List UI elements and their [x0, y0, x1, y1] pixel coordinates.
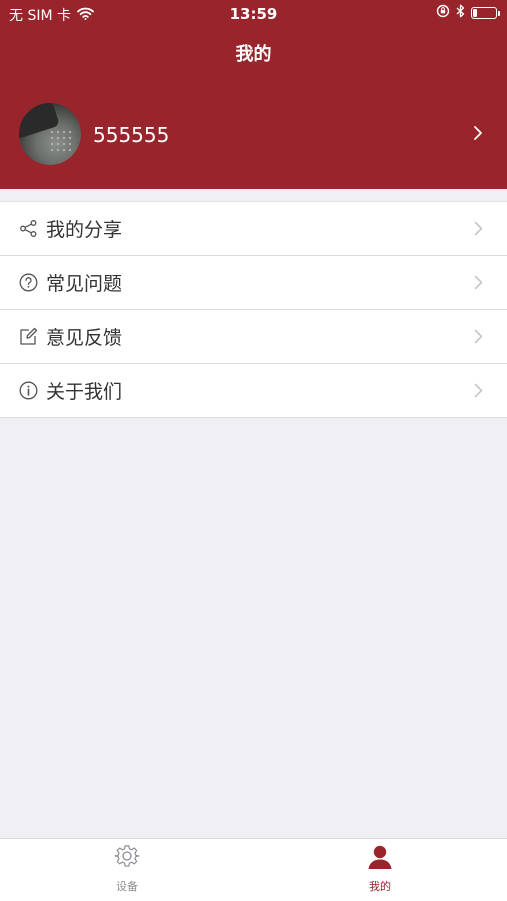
orientation-lock-icon: [436, 4, 450, 22]
chevron-right-icon: [474, 383, 483, 402]
battery-icon: [471, 7, 500, 19]
menu-item-feedback[interactable]: 意见反馈: [0, 310, 507, 364]
info-circle-icon: [19, 381, 38, 400]
tab-label: 设备: [116, 880, 138, 893]
profile-row[interactable]: 555555: [0, 103, 507, 165]
chevron-right-icon: [474, 221, 483, 240]
menu-item-label: 常见问题: [46, 273, 123, 295]
profile-header: 无 SIM 卡 13:59 我的 555555: [0, 0, 507, 189]
bluetooth-icon: [456, 4, 465, 22]
tab-mine[interactable]: 我的: [320, 839, 440, 901]
settings-menu: 我的分享 常见问题 意见反馈 关于我们: [0, 201, 507, 418]
share-icon: [19, 219, 38, 238]
edit-icon: [19, 327, 38, 346]
username: 555555: [93, 123, 170, 147]
chevron-right-icon: [474, 329, 483, 348]
chevron-right-icon: [474, 275, 483, 294]
avatar[interactable]: [19, 103, 81, 165]
user-icon: [367, 844, 393, 870]
page-title: 我的: [235, 44, 272, 65]
tab-devices[interactable]: 设备: [67, 839, 187, 901]
menu-item-share[interactable]: 我的分享: [0, 202, 507, 256]
status-time: 13:59: [229, 5, 278, 23]
chevron-right-icon: [473, 125, 483, 145]
tab-label: 我的: [369, 880, 391, 893]
question-circle-icon: [19, 273, 38, 292]
status-right: [436, 4, 500, 22]
tab-bar: 设备 我的: [0, 838, 507, 901]
battery-level: [473, 9, 477, 17]
status-bar: 无 SIM 卡 13:59: [0, 0, 507, 28]
menu-item-about[interactable]: 关于我们: [0, 364, 507, 418]
menu-item-label: 关于我们: [46, 381, 123, 403]
menu-item-label: 意见反馈: [46, 327, 123, 349]
gear-icon: [114, 844, 140, 870]
menu-item-label: 我的分享: [46, 219, 123, 241]
menu-item-faq[interactable]: 常见问题: [0, 256, 507, 310]
